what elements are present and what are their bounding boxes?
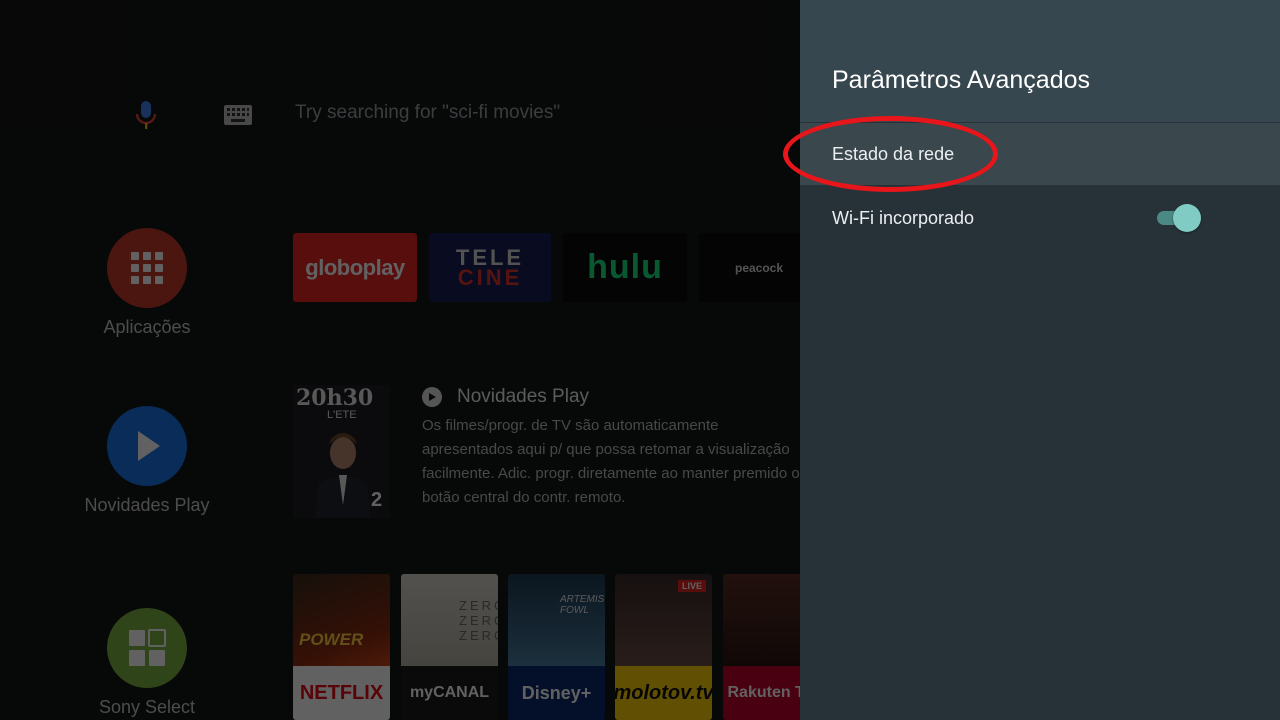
live-badge: LIVE bbox=[677, 580, 706, 592]
play-icon bbox=[107, 406, 187, 486]
channel-number: 2 bbox=[371, 489, 383, 511]
menu-item-builtin-wifi[interactable]: Wi-Fi incorporado bbox=[800, 187, 1280, 249]
tile-brand: Rakuten TV bbox=[723, 666, 800, 720]
app-tile-disney-plus[interactable]: ARTEMIS FOWL Disney+ bbox=[508, 574, 605, 720]
tile-artwork: ZERO ZERO ZERO bbox=[401, 574, 498, 666]
mic-icon[interactable] bbox=[134, 100, 158, 130]
play-circle-icon bbox=[422, 387, 442, 407]
recommendation-thumbnail[interactable]: 20h30 L'ETE 2 bbox=[293, 385, 390, 518]
show-title: 20h30 bbox=[296, 385, 374, 411]
keyboard-icon[interactable] bbox=[224, 105, 252, 125]
presenter-image bbox=[315, 433, 371, 518]
recommendation-title: Novidades Play bbox=[457, 386, 590, 407]
tile-art-text: ZERO ZERO ZERO bbox=[459, 598, 498, 643]
tile-brand: Disney+ bbox=[508, 666, 605, 720]
panel-title: Parâmetros Avançados bbox=[832, 66, 1091, 94]
tile-art-text: POWER bbox=[299, 630, 364, 649]
channel-telecine[interactable]: TELE CINE bbox=[429, 233, 551, 302]
channel-hulu[interactable]: hulu bbox=[563, 233, 687, 302]
menu-item-label: Wi-Fi incorporado bbox=[832, 207, 975, 228]
channel-logo-text: CINE bbox=[457, 264, 523, 290]
sony-select-icon bbox=[107, 608, 187, 688]
recommendation-header: Novidades Play bbox=[422, 386, 589, 408]
sidebar-item-sony-select[interactable]: Sony Select bbox=[70, 608, 224, 718]
tile-artwork: ARTEMIS FOWL bbox=[508, 574, 605, 666]
tile-brand: myCANAL bbox=[401, 666, 498, 720]
app-tile-molotov[interactable]: LIVE molotov.tv bbox=[615, 574, 712, 720]
search-hint[interactable]: Try searching for "sci-fi movies" bbox=[295, 102, 560, 124]
wifi-toggle[interactable] bbox=[1157, 204, 1201, 232]
sidebar-item-apps[interactable]: Aplicações bbox=[70, 228, 224, 338]
settings-panel: Parâmetros Avançados Estado da rede Wi-F… bbox=[800, 0, 1280, 720]
panel-header: Parâmetros Avançados bbox=[800, 0, 1280, 122]
sidebar-item-play-next[interactable]: Novidades Play bbox=[70, 406, 224, 516]
tile-artwork: POWER bbox=[293, 574, 390, 666]
sidebar-item-label: Aplicações bbox=[103, 317, 191, 337]
channel-peacock[interactable]: peacock bbox=[699, 233, 800, 302]
home-screen-background: Try searching for "sci-fi movies" Aplica… bbox=[0, 0, 800, 720]
channel-globoplay[interactable]: globoplay bbox=[293, 233, 417, 302]
channel-logo-text: hulu bbox=[587, 248, 663, 286]
apps-grid-icon bbox=[107, 228, 187, 308]
app-tile-mycanal[interactable]: ZERO ZERO ZERO myCANAL bbox=[401, 574, 498, 720]
toggle-thumb bbox=[1173, 204, 1201, 232]
app-tile-netflix[interactable]: POWER NETFLIX bbox=[293, 574, 390, 720]
sidebar-item-label: Novidades Play bbox=[84, 495, 210, 515]
menu-item-label: Estado da rede bbox=[832, 143, 955, 164]
tile-artwork: LIVE bbox=[615, 574, 712, 666]
tile-brand: molotov.tv bbox=[615, 666, 712, 720]
tile-brand: NETFLIX bbox=[293, 666, 390, 720]
sidebar-item-label: Sony Select bbox=[98, 697, 196, 717]
channel-logo-text: peacock bbox=[734, 260, 784, 275]
recommendation-description: Os filmes/progr. de TV são automaticamen… bbox=[422, 417, 800, 506]
show-subtitle: L'ETE bbox=[327, 409, 357, 421]
channel-logo-text: globoplay bbox=[305, 254, 405, 280]
menu-item-network-status[interactable]: Estado da rede bbox=[800, 123, 1280, 185]
tile-artwork bbox=[723, 574, 800, 666]
app-tile-rakuten[interactable]: Rakuten TV bbox=[723, 574, 800, 720]
tile-art-text: ARTEMIS FOWL bbox=[560, 594, 605, 616]
